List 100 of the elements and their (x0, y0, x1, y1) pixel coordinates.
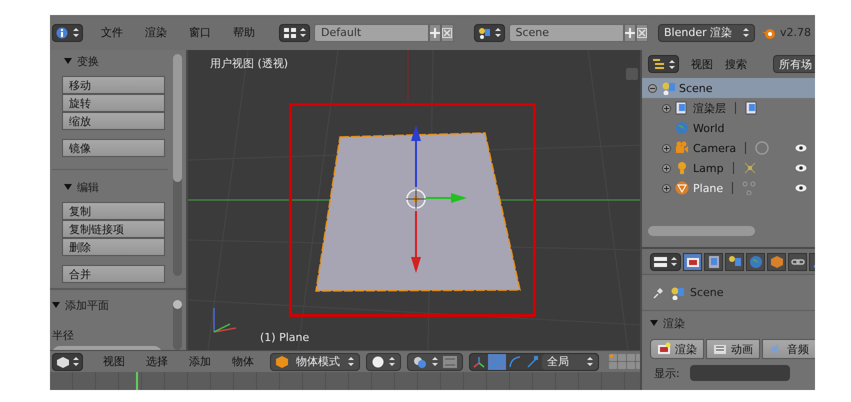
panel-title: 渲染 (663, 316, 685, 330)
properties-tab[interactable] (683, 252, 702, 270)
pivot-dropdown[interactable] (407, 352, 463, 371)
object-icon (770, 254, 784, 268)
menu-item[interactable]: 选择 (146, 354, 168, 370)
lamp-data-icon (742, 161, 757, 175)
outliner-item-name: Camera (693, 142, 736, 154)
close-icon (442, 28, 452, 38)
editor-type-button[interactable] (52, 24, 83, 42)
tool-button[interactable]: 旋转 (62, 94, 165, 112)
up-down-arrows-icon (587, 357, 593, 366)
outliner-item-name: World (693, 122, 725, 134)
render-button[interactable]: 音频 (762, 339, 815, 359)
mode-dropdown[interactable]: 物体模式 (270, 352, 360, 371)
editor-type-button[interactable] (52, 352, 83, 371)
expand-toggle-icon[interactable] (662, 144, 671, 152)
editor-type-button[interactable] (648, 55, 679, 73)
pin-icon[interactable] (652, 286, 664, 298)
menu-item[interactable]: 文件 (101, 25, 123, 40)
menu-item[interactable]: 视图 (691, 56, 713, 72)
editor-type-button[interactable] (650, 252, 681, 270)
delete-button[interactable] (636, 24, 648, 42)
panel-title: 编辑 (77, 180, 99, 194)
cube-icon (276, 356, 288, 368)
tool-button[interactable]: 合并 (62, 265, 165, 283)
outliner-item-name: Scene (679, 82, 713, 94)
shading-dropdown[interactable] (366, 352, 401, 371)
outliner-row[interactable]: Lamp (642, 158, 815, 178)
menu-item[interactable]: 添加 (189, 354, 211, 370)
properties-icon (654, 256, 668, 268)
info-icon (56, 26, 70, 38)
expand-toggle-icon[interactable] (662, 164, 671, 172)
menu-item[interactable]: 帮助 (233, 25, 255, 40)
menu-item[interactable]: 视图 (103, 354, 125, 370)
lamp-icon (675, 161, 689, 175)
version-label: v2.78 (780, 26, 812, 39)
tool-button[interactable]: 复制 (62, 202, 165, 220)
tool-button[interactable]: 删除 (62, 238, 165, 256)
expand-toggle-icon[interactable] (662, 104, 671, 112)
outliner-row[interactable]: Camera (642, 138, 815, 158)
orientation-dropdown[interactable]: 全局 (542, 354, 598, 370)
collapse-toggle-icon[interactable] (648, 84, 657, 92)
active-object-label: (1) Plane (260, 331, 310, 344)
layout-grid-icon (283, 26, 297, 38)
eye-icon[interactable] (795, 164, 807, 172)
plus-icon (430, 28, 440, 38)
up-down-arrows-icon (671, 257, 677, 266)
layout-field[interactable]: Default (314, 24, 429, 42)
render-button[interactable]: 动画 (706, 339, 760, 359)
delete-button[interactable] (441, 24, 454, 42)
scene-icon (670, 286, 684, 300)
eye-icon[interactable] (795, 144, 807, 152)
tool-button[interactable]: 镜像 (62, 139, 165, 157)
scrollbar[interactable] (173, 54, 182, 276)
render-layer-icon (745, 101, 759, 115)
eye-icon[interactable] (795, 184, 807, 192)
properties-toggle-button[interactable] (626, 68, 638, 80)
tool-button[interactable]: 缩放 (62, 112, 165, 130)
scene-select-button[interactable] (474, 24, 504, 42)
render-layer-icon (675, 101, 689, 115)
render-layers-icon (706, 254, 720, 268)
outliner-list-icon (652, 58, 666, 70)
camera-icon (675, 141, 689, 155)
expand-toggle-icon[interactable] (662, 184, 671, 192)
scene-icon (478, 26, 492, 38)
scrollbar[interactable] (173, 300, 182, 350)
translate-manipulator-icon (490, 354, 504, 369)
up-down-arrows-icon (494, 28, 500, 37)
y-axis-line (407, 50, 409, 100)
pivot-icon (413, 356, 427, 368)
outliner-row[interactable]: Scene (642, 78, 815, 98)
tool-button[interactable]: 移动 (62, 76, 165, 94)
properties-tab[interactable] (725, 252, 744, 270)
properties-tab[interactable] (788, 252, 807, 270)
axes-manipulator-icon (472, 354, 486, 369)
outliner-row[interactable]: Plane (642, 178, 815, 198)
scrollbar-thumb[interactable] (173, 54, 182, 182)
render-engine-dropdown[interactable]: Blender 渲染 (658, 24, 755, 42)
up-down-arrows-icon (432, 357, 438, 366)
manipulator-button[interactable] (488, 354, 506, 370)
outliner-item-name: Plane (693, 182, 724, 194)
outliner-row[interactable]: 渲染层 (642, 98, 815, 118)
display-mode-dropdown[interactable]: 所有场 (773, 55, 815, 73)
add-button[interactable] (624, 24, 636, 42)
menu-item[interactable]: 物体 (232, 354, 254, 370)
menu-item[interactable]: 窗口 (189, 25, 211, 40)
add-button[interactable] (429, 24, 442, 42)
up-down-arrows-icon (300, 28, 306, 37)
render-button[interactable]: 渲染 (650, 339, 704, 359)
screen-layout-button[interactable] (279, 24, 310, 42)
horizontal-scrollbar[interactable] (648, 226, 755, 236)
menu-item[interactable]: 搜索 (725, 56, 747, 72)
scene-field[interactable]: Scene (508, 24, 624, 42)
menu-item[interactable]: 渲染 (145, 25, 167, 40)
scrollbar-thumb[interactable] (173, 300, 182, 309)
tool-button[interactable]: 复制链接项 (62, 220, 165, 238)
viewport-title: 用户视图 (透视) (210, 56, 288, 71)
up-down-arrows-icon (389, 357, 395, 366)
properties-tab[interactable] (704, 252, 723, 270)
outliner-row[interactable]: World (642, 118, 815, 138)
